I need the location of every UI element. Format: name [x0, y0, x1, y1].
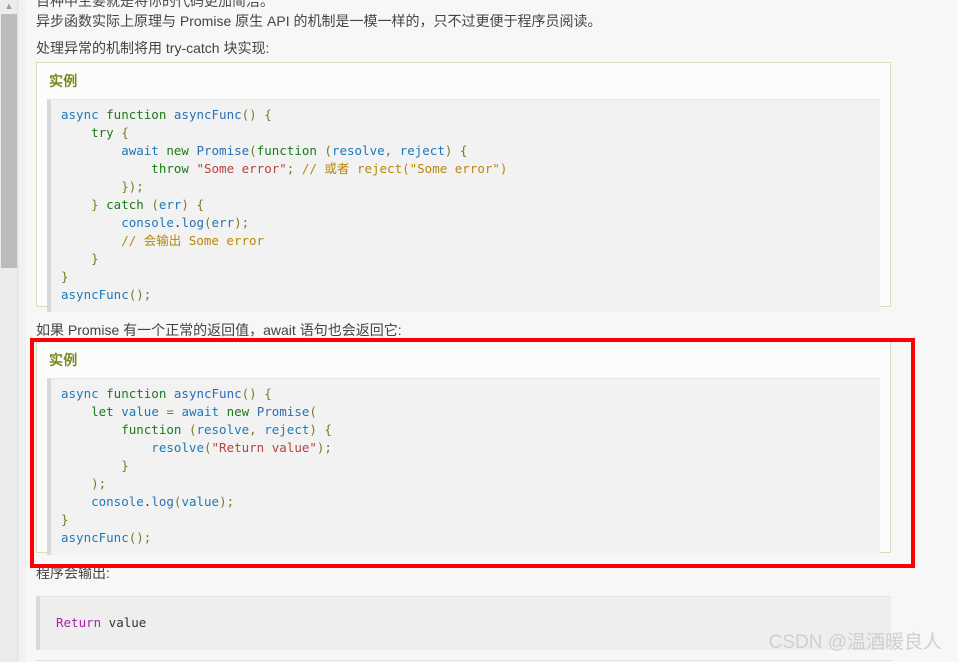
paragraph-program-output: 程序会输出:: [36, 565, 110, 581]
paragraph-async-principle: 异步函数实际上原理与 Promise 原生 API 的机制是一模一样的，只不过更…: [36, 13, 602, 29]
scrollbar-thumb[interactable]: [1, 14, 17, 268]
paragraph-try-catch-intro: 处理异常的机制将用 try-catch 块实现:: [36, 40, 270, 56]
output-block: Return value: [36, 596, 891, 650]
paragraph-await-return-value: 如果 Promise 有一个正常的返回值，await 语句也会返回它:: [36, 322, 402, 338]
output-text: Return value: [56, 615, 147, 630]
page-left-margin: [19, 0, 26, 662]
csdn-watermark: CSDN @温酒暖良人: [768, 632, 942, 653]
clipped-top-text-line: 百种中主要就是将你的代码更加简洁。: [36, 0, 274, 9]
example-box-try-catch: 实例 async function asyncFunc() { try { aw…: [36, 62, 891, 312]
example-title: 实例: [49, 73, 78, 89]
code-block-return-value[interactable]: async function asyncFunc() { let value =…: [51, 385, 880, 547]
scroll-up-arrow-icon[interactable]: ▲: [2, 0, 16, 13]
document-page: 百种中主要就是将你的代码更加简洁。 异步函数实际上原理与 Promise 原生 …: [26, 0, 958, 662]
code-block-try-catch[interactable]: async function asyncFunc() { try { await…: [51, 106, 880, 304]
horizontal-divider: [36, 660, 891, 661]
left-scrollbar-track[interactable]: ▲: [0, 0, 18, 662]
example-title: 实例: [49, 352, 78, 368]
code-area: async function asyncFunc() { try { await…: [47, 99, 880, 312]
code-area: async function asyncFunc() { let value =…: [47, 378, 880, 555]
example-box-return-value: 实例 async function asyncFunc() { let valu…: [36, 341, 891, 555]
